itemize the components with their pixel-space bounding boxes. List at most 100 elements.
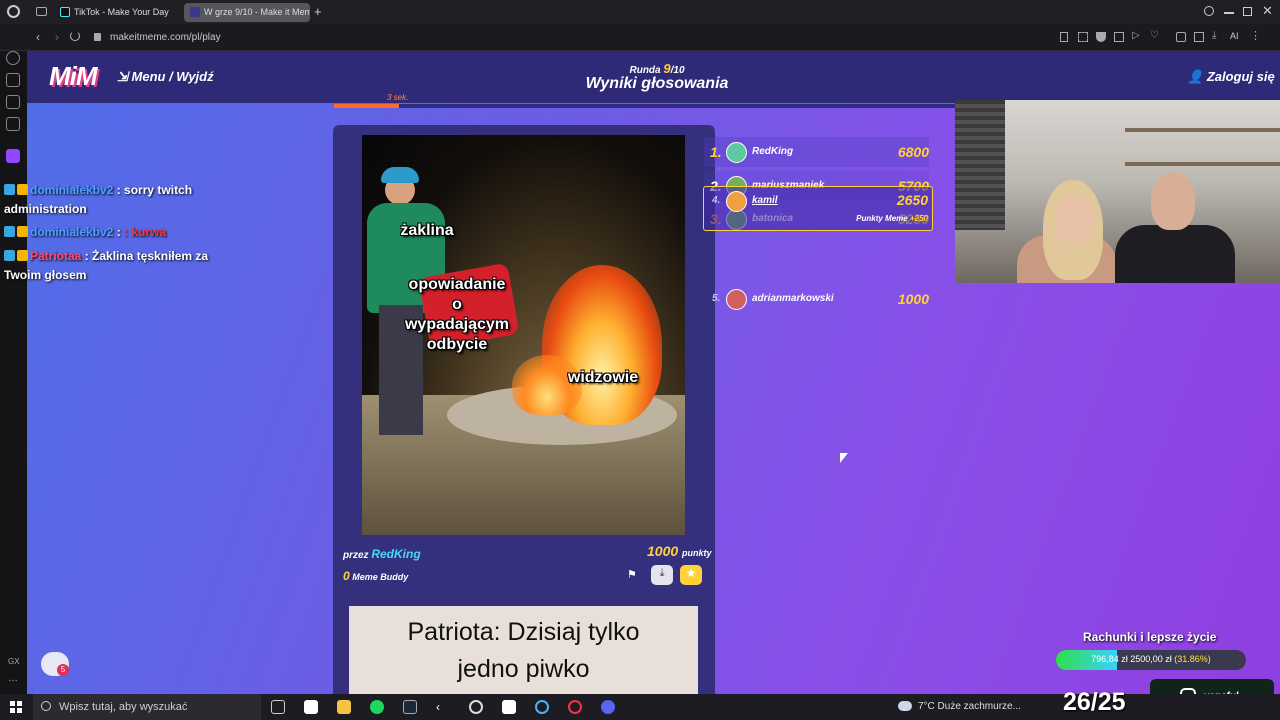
bonus-label: Punkty Meme +250 bbox=[856, 214, 928, 223]
minimize-icon[interactable] bbox=[1224, 12, 1234, 14]
avatar bbox=[726, 142, 747, 163]
snapshot-icon[interactable] bbox=[1078, 32, 1088, 42]
meme-image: żaklina opowiadanie o wypadającym odbyci… bbox=[362, 135, 685, 535]
more-icon[interactable]: … bbox=[8, 673, 18, 684]
gx-label[interactable]: GX bbox=[8, 657, 20, 666]
goal-target: 2500,00 zł bbox=[1130, 654, 1172, 664]
lb-name: RedKing bbox=[752, 146, 794, 157]
download-button[interactable]: ⤓ bbox=[651, 565, 673, 585]
search-icon bbox=[41, 701, 51, 711]
spotify-icon[interactable] bbox=[370, 700, 384, 714]
wallet-icon[interactable] bbox=[1194, 32, 1204, 42]
obs-icon[interactable] bbox=[469, 700, 483, 714]
opera-logo-icon[interactable] bbox=[7, 5, 20, 18]
steam-icon[interactable] bbox=[403, 700, 417, 714]
points-label: punkty bbox=[682, 548, 712, 558]
shield-icon[interactable] bbox=[1096, 32, 1106, 42]
browser-sidebar: GX … bbox=[0, 51, 27, 694]
login-button[interactable]: 👤 Zaloguj się bbox=[1187, 69, 1275, 85]
chat-user: dominialekbv2 bbox=[30, 183, 114, 197]
menu-exit-button[interactable]: ⇲ Menu / Wyjdź bbox=[117, 69, 214, 85]
play-icon[interactable]: ▷ bbox=[1132, 30, 1140, 41]
folder-icon[interactable] bbox=[337, 700, 351, 714]
tab-tiktok[interactable]: TikTok - Make Your Day bbox=[54, 3, 180, 22]
app-icon[interactable]: ‹ bbox=[436, 700, 450, 714]
points-value: 1000 bbox=[647, 543, 679, 559]
ccleaner-icon[interactable] bbox=[535, 700, 549, 714]
goal-title: Rachunki i lepsze życie bbox=[1083, 630, 1217, 644]
download-icon[interactable]: ⤓ bbox=[1212, 30, 1216, 41]
task-view-icon[interactable] bbox=[271, 700, 285, 714]
menu-dots-icon[interactable]: ⋮ bbox=[1250, 29, 1261, 42]
close-icon[interactable]: ✕ bbox=[1262, 3, 1273, 19]
taskbar: Wpisz tutaj, aby wyszukać ‹ 7°C Duże zac… bbox=[0, 688, 1280, 720]
search-placeholder: Wpisz tutaj, aby wyszukać bbox=[59, 701, 188, 713]
avatar bbox=[726, 191, 747, 212]
twitch-icon[interactable] bbox=[6, 149, 20, 163]
next-meme-caption-line-1: Patriota: Dzisiaj tylko bbox=[407, 618, 640, 646]
epic-icon[interactable] bbox=[502, 700, 516, 714]
webcam-overlay bbox=[955, 100, 1280, 283]
maximize-icon[interactable] bbox=[1243, 7, 1252, 16]
chat-text-cont: administration bbox=[4, 202, 87, 216]
lb-score: 2650 bbox=[896, 192, 928, 208]
round-current: 9 bbox=[663, 61, 671, 76]
buddy-count: 0 bbox=[343, 569, 350, 583]
counter-overlay: 26/25 bbox=[1063, 688, 1126, 716]
store-icon[interactable] bbox=[304, 700, 318, 714]
opera-gx-icon[interactable] bbox=[568, 700, 582, 714]
page-title: Wyniki głosowania bbox=[585, 75, 729, 92]
leaderboard-row: 5. adrianmarkowski 1000 bbox=[704, 284, 929, 314]
new-tab-button[interactable]: + bbox=[314, 4, 322, 19]
chat-bubble-icon[interactable]: 5 bbox=[41, 652, 69, 676]
download-icon: ⤓ bbox=[659, 567, 665, 579]
goal-current: 796,84 zł bbox=[1091, 654, 1128, 664]
meme-caption-1: żaklina bbox=[400, 222, 454, 239]
site-logo[interactable]: MiM bbox=[49, 61, 98, 92]
meme-caption-3: widzowie bbox=[567, 369, 639, 386]
extensions-icon[interactable] bbox=[1176, 32, 1186, 42]
bonus-text: Punkty Meme bbox=[856, 214, 908, 223]
chat-text: : sorry twitch bbox=[116, 183, 193, 197]
chat-message-1: dominialekbv2 : sorry twitch administrat… bbox=[4, 181, 192, 219]
person-right-body bbox=[1115, 225, 1235, 283]
reload-icon[interactable] bbox=[70, 31, 80, 41]
windows-start-icon[interactable] bbox=[10, 701, 22, 713]
goal-progress-bar: 796,84 zł 2500,00 zł (31.86%) bbox=[1056, 650, 1246, 670]
back-icon[interactable]: ‹ bbox=[36, 30, 40, 44]
tab-make-it-meme[interactable]: W grze 9/10 - Make it Meme bbox=[184, 3, 310, 22]
pin-icon[interactable] bbox=[1060, 32, 1068, 42]
bag-icon[interactable] bbox=[6, 73, 20, 87]
search-tabs-icon[interactable] bbox=[1204, 6, 1214, 16]
lb-rank: 1. bbox=[710, 144, 722, 160]
news-icon[interactable] bbox=[6, 95, 20, 109]
timer-bar bbox=[334, 104, 984, 108]
flag-icon[interactable]: ⚑ bbox=[627, 568, 637, 581]
discord-icon[interactable] bbox=[601, 700, 615, 714]
leaderboard-row-current-user: 4. kamil 2650 Punkty Meme +250 bbox=[703, 186, 933, 231]
translate-icon[interactable] bbox=[1114, 32, 1124, 42]
forward-icon[interactable]: › bbox=[55, 30, 59, 44]
meme-points: 1000 punkty bbox=[647, 543, 712, 559]
taskbar-search[interactable]: Wpisz tutaj, aby wyszukać bbox=[33, 694, 261, 720]
history-icon[interactable] bbox=[6, 51, 20, 65]
messenger-icon[interactable] bbox=[6, 117, 20, 131]
lb-score: 6800 bbox=[897, 144, 929, 160]
meme-caption-2: opowiadanie o wypadającym odbycie bbox=[404, 276, 510, 353]
author-name[interactable]: RedKing bbox=[371, 547, 420, 561]
weather-icon bbox=[898, 701, 912, 711]
toolbar-icons: ▷ ♡ ⤓ AI ⋮ bbox=[1058, 29, 1261, 44]
weather-text[interactable]: 7°C Duże zachmurze... bbox=[918, 701, 1021, 712]
lb-name: kamil bbox=[752, 195, 778, 206]
leaderboard-row: 1. RedKing 6800 bbox=[704, 137, 929, 167]
star-button[interactable]: ★ bbox=[680, 565, 702, 585]
login-label: Zaloguj się bbox=[1206, 69, 1275, 84]
ai-button[interactable]: AI bbox=[1230, 31, 1239, 41]
workspaces-icon[interactable] bbox=[36, 7, 47, 16]
url-field[interactable]: makeitmeme.com/pl/play bbox=[90, 29, 1050, 46]
bonus-value: +250 bbox=[909, 214, 928, 223]
heart-icon[interactable]: ♡ bbox=[1150, 30, 1159, 41]
star-icon: ★ bbox=[685, 566, 697, 580]
tab-label: W grze 9/10 - Make it Meme bbox=[204, 7, 310, 17]
mouse-cursor-icon bbox=[840, 453, 848, 463]
